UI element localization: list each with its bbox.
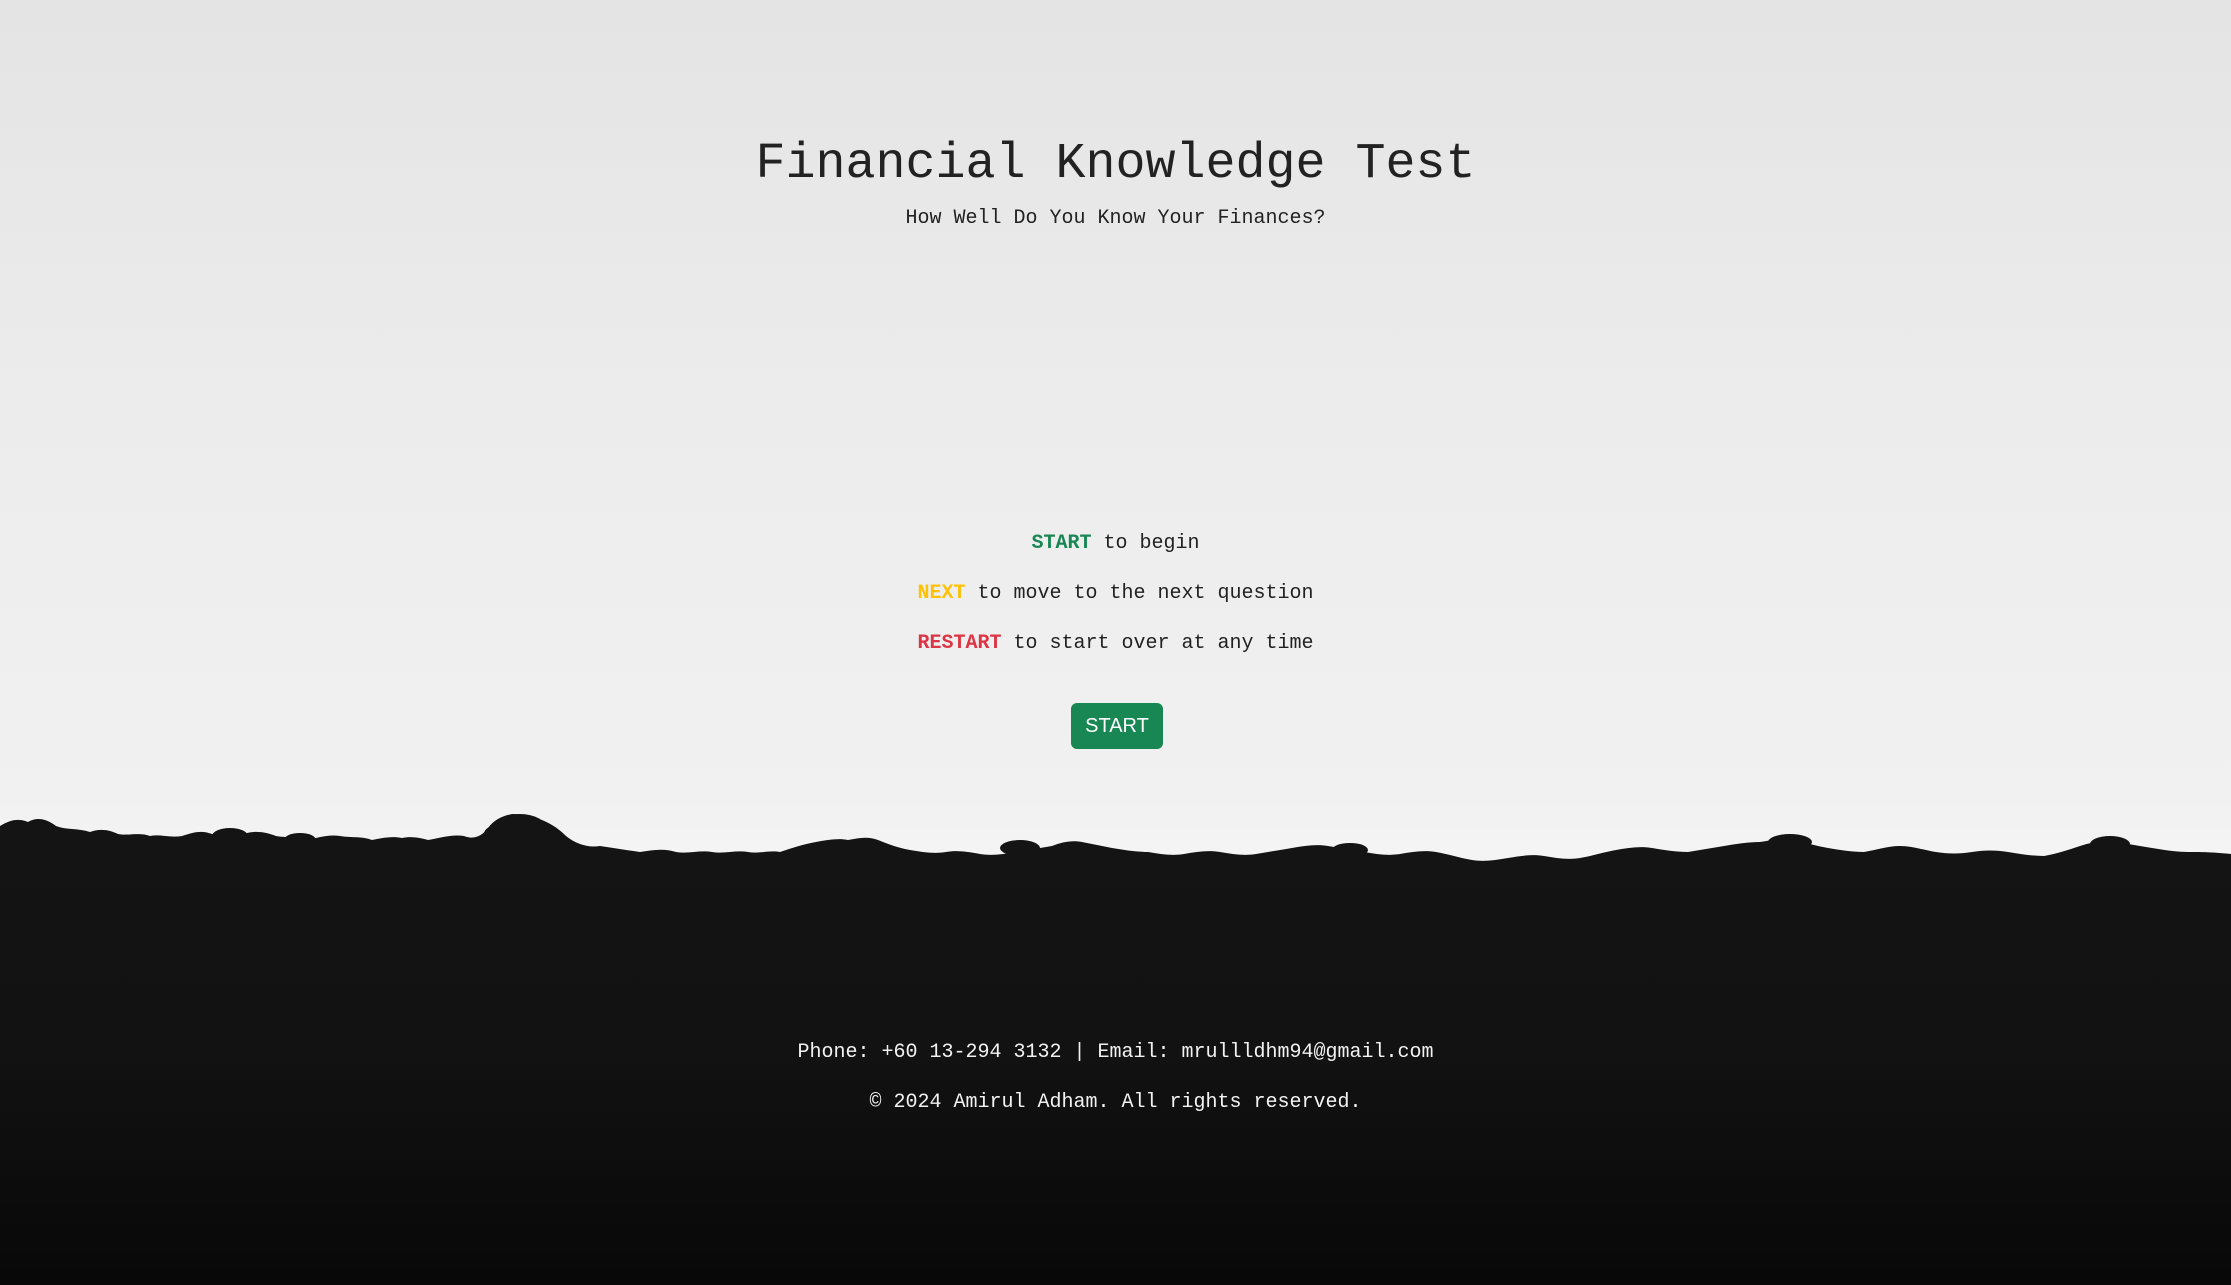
instruction-keyword-next: NEXT [917, 582, 966, 605]
page-subtitle: How Well Do You Know Your Finances? [905, 207, 1326, 230]
instruction-start: START to begin [0, 531, 2231, 557]
footer-contact: Phone: +60 13-294 3132 | Email: mrullldh… [797, 1041, 1434, 1064]
start-button[interactable]: START [1071, 703, 1163, 749]
instruction-keyword-start: START [1031, 532, 1092, 555]
instruction-text-next: to move to the next question [965, 582, 1314, 605]
instruction-next: NEXT to move to the next question [0, 581, 2231, 607]
page-header: Financial Knowledge Test How Well Do You… [0, 130, 2231, 232]
instruction-restart: RESTART to start over at any time [0, 631, 2231, 657]
instructions-list: START to begin NEXT to move to the next … [0, 531, 2231, 681]
instruction-text-start: to begin [1091, 532, 1200, 555]
instruction-text-restart: to start over at any time [1001, 632, 1314, 655]
page-footer: Phone: +60 13-294 3132 | Email: mrullldh… [0, 1040, 2231, 1140]
page-title: Financial Knowledge Test [755, 136, 1476, 193]
instruction-keyword-restart: RESTART [917, 632, 1002, 655]
footer-copyright: © 2024 Amirul Adham. All rights reserved… [869, 1091, 1362, 1114]
